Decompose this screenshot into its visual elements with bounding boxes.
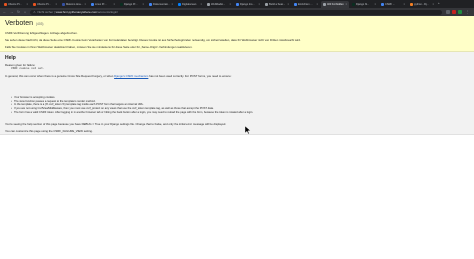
error-summary: Verboten (403) CSRF-Verifizierung fehlge… [0, 16, 474, 52]
tab-close-icon[interactable]: × [229, 3, 231, 6]
tab-favicon-icon [323, 3, 326, 6]
browser-tab[interactable]: WebRadio... × [205, 1, 233, 8]
browser-tab[interactable]: Django Ins... × [234, 1, 262, 8]
browser-tab[interactable]: 403 Forbidden × [321, 1, 349, 8]
tab-favicon-icon [149, 3, 152, 6]
tab-close-icon[interactable]: × [200, 3, 202, 6]
tab-favicon-icon [33, 3, 36, 6]
reason-value: CSRF cookie not set. [11, 66, 45, 70]
tab-label: Matomo Ana... [66, 3, 83, 6]
tab-close-icon[interactable]: × [113, 3, 115, 6]
tab-favicon-icon [4, 3, 7, 6]
browser-toolbar: ← → ↻ ⌂ ⚠ Nicht sicher | www.hmr.pythona… [0, 8, 474, 16]
tab-favicon-icon [62, 3, 65, 6]
tab-close-icon[interactable]: × [374, 3, 376, 6]
browser-tab[interactable]: python - Dj... × [408, 1, 436, 8]
browser-tab[interactable]: Ubuntu Pr... × [2, 1, 30, 8]
tab-close-icon[interactable]: × [432, 3, 434, 6]
tab-label: Django Ins... [240, 3, 255, 6]
extension-icon[interactable] [452, 10, 456, 14]
tab-close-icon[interactable]: × [287, 3, 289, 6]
tab-close-icon[interactable]: × [258, 3, 260, 6]
list-item: The form has a valid CSRF token. After l… [11, 111, 253, 115]
browser-tab[interactable]: Linux Pr... × [89, 1, 117, 8]
tab-label: Dokumentati... [153, 3, 170, 6]
tab-label: Django Pr... [124, 3, 138, 6]
tab-label: Linux Pr... [95, 3, 107, 6]
address-bar[interactable]: ⚠ Nicht sicher | www.hmr.pythonanywhere.… [30, 9, 442, 15]
tab-label: Digitalocean [182, 3, 197, 6]
browser-tab[interactable]: Django Pr... × [118, 1, 146, 8]
tab-label: Einrichten ... [298, 3, 313, 6]
explanation-line-2: Falls Sie Cookies in Ihren Webbrowser de… [5, 44, 193, 49]
status-code: (403) [35, 22, 44, 26]
tab-favicon-icon [265, 3, 268, 6]
intro-paragraph: In general, this can occur when there is… [5, 74, 232, 78]
tab-close-icon[interactable]: × [55, 3, 57, 6]
not-secure-icon[interactable]: ⚠ [33, 10, 36, 14]
home-icon[interactable]: ⌂ [24, 10, 26, 14]
browser-tab[interactable]: Digitalocean × [176, 1, 204, 8]
page-content: Verboten (403) CSRF-Verifizierung fehlge… [0, 16, 474, 259]
tab-label: python - Dj... [414, 3, 429, 6]
help-heading: Help [5, 55, 16, 61]
url-security-label: Nicht sicher [37, 10, 54, 14]
browser-tab[interactable]: Einrichten ... × [292, 1, 320, 8]
browser-tab[interactable]: Dokumentati... × [147, 1, 175, 8]
tab-label: Ubuntu Pr... [37, 3, 51, 6]
new-tab-icon[interactable]: + [438, 1, 440, 5]
browser-tab[interactable]: Django bl... × [350, 1, 378, 8]
tab-favicon-icon [236, 3, 239, 6]
tab-favicon-icon [207, 3, 210, 6]
explanation-line-1: Sie sehen diese Nachricht, da diese Seit… [5, 37, 301, 42]
extension-icon[interactable] [446, 10, 450, 14]
tab-close-icon[interactable]: × [26, 3, 28, 6]
tab-label: Ubuntu Pr... [8, 3, 22, 6]
browser-tab[interactable]: Matomo Ana... × [60, 1, 88, 8]
url-host: www.hmr.pythonanywhere.com [55, 10, 98, 14]
browser-tab[interactable]: Build a Sear... × [263, 1, 291, 8]
tab-close-icon[interactable]: × [403, 3, 405, 6]
browser-tab[interactable]: CSRF ... × [379, 1, 407, 8]
csrf-docs-link[interactable]: Django's CSRF mechanism [114, 74, 148, 78]
failure-reason: CSRF-Verifizierung fehlgeschlagen. Anfra… [5, 31, 78, 35]
tab-label: WebRadio... [211, 3, 226, 6]
tab-close-icon[interactable]: × [84, 3, 86, 6]
error-title: Verboten [5, 20, 34, 27]
tab-favicon-icon [352, 3, 355, 6]
help-section: Help Reason given for failure: CSRF cook… [0, 52, 474, 135]
tab-favicon-icon [91, 3, 94, 6]
tab-favicon-icon [381, 3, 384, 6]
page-title: Verboten (403) [5, 20, 43, 27]
mouse-cursor-icon [245, 126, 251, 134]
tab-label: CSRF ... [385, 3, 395, 6]
tab-close-icon[interactable]: × [142, 3, 144, 6]
reload-icon[interactable]: ↻ [17, 10, 20, 14]
back-icon[interactable]: ← [3, 10, 6, 14]
url-text: Nicht sicher | www.hmr.pythonanywhere.co… [37, 10, 119, 14]
tab-label: Build a Sear... [269, 3, 286, 6]
tab-strip: Ubuntu Pr... × Ubuntu Pr... × Matomo Ana... ×… [0, 0, 474, 8]
tab-favicon-icon [120, 3, 123, 6]
menu-icon[interactable]: ⋮ [466, 10, 469, 14]
forward-icon[interactable]: → [10, 10, 13, 14]
tab-label: Django bl... [356, 3, 370, 6]
tab-close-icon[interactable]: × [171, 3, 173, 6]
tab-favicon-icon [294, 3, 297, 6]
tab-favicon-icon [410, 3, 413, 6]
tab-label: 403 Forbidden [327, 3, 344, 6]
customize-notice: You can customize this page using the CS… [5, 129, 93, 133]
url-path: /accounts/login/ [97, 10, 119, 14]
tab-close-icon[interactable]: × [316, 3, 318, 6]
tab-favicon-icon [178, 3, 181, 6]
tab-close-icon[interactable]: × [345, 3, 347, 6]
debug-notice: You're seeing the help section of this p… [5, 122, 227, 126]
browser-tab[interactable]: Ubuntu Pr... × [31, 1, 59, 8]
extension-icon[interactable] [458, 10, 462, 14]
requirements-list: Your browser is accepting cookies.The vi… [11, 96, 253, 114]
